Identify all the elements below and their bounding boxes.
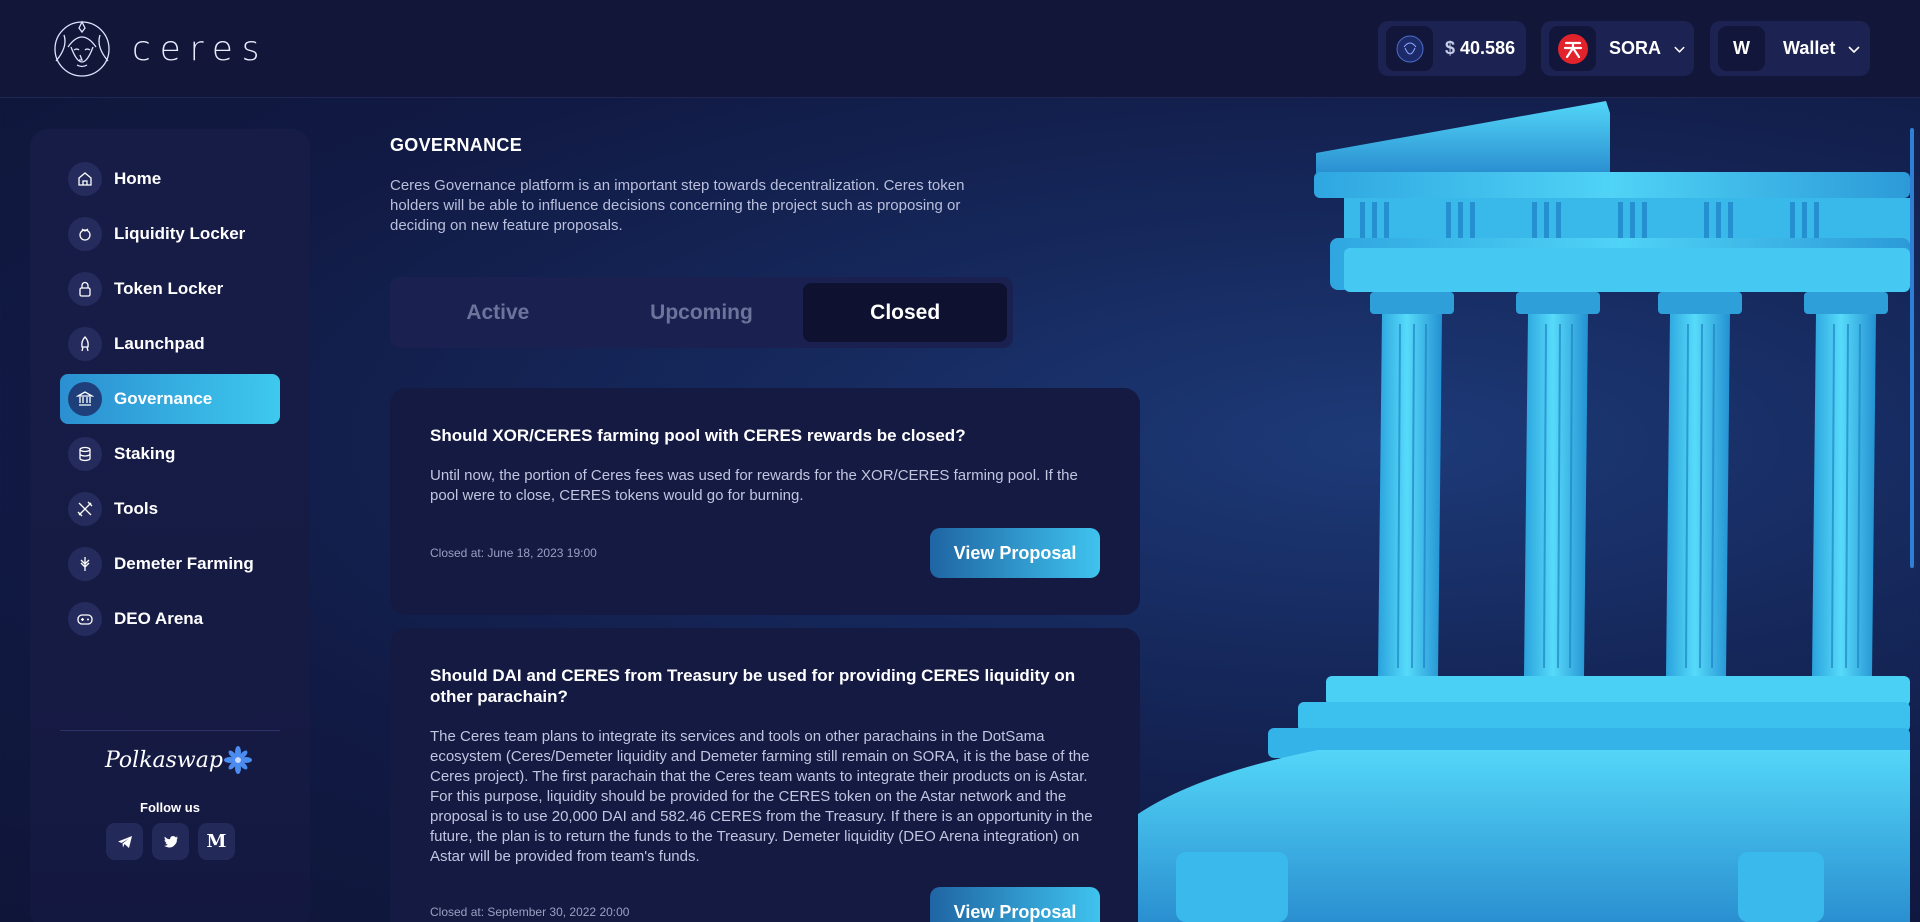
liquidity-icon (68, 217, 102, 251)
proposal-closed-date: Closed at: June 18, 2023 19:00 (430, 546, 597, 560)
page-title: GOVERNANCE (390, 135, 523, 155)
sidebar-item-staking[interactable]: Staking (60, 429, 280, 479)
social-links: M (106, 823, 235, 860)
sidebar-item-token-locker[interactable]: Token Locker (60, 264, 280, 314)
sidebar-item-label: Launchpad (114, 334, 205, 353)
proposal-description: Until now, the portion of Ceres fees was… (430, 467, 1078, 504)
proposal-closed-date: Closed at: September 30, 2022 20:00 (430, 905, 630, 919)
network-label: SORA (1609, 38, 1662, 58)
sidebar-item-liquidity-locker[interactable]: Liquidity Locker (60, 209, 280, 259)
tab-active[interactable]: Active (396, 283, 600, 342)
home-icon (68, 162, 102, 196)
page-scrollbar[interactable] (1910, 128, 1914, 568)
sidebar-item-label: Tools (114, 499, 159, 518)
polkaswap-logo[interactable]: Polkaswap (105, 745, 253, 775)
sidebar-item-label: DEO Arena (114, 609, 204, 628)
sidebar-item-deo-arena[interactable]: DEO Arena (60, 594, 280, 644)
sidebar-item-demeter-farming[interactable]: Demeter Farming (60, 539, 280, 589)
sidebar-item-label: Token Locker (114, 279, 224, 298)
sidebar-item-tools[interactable]: Tools (60, 484, 280, 534)
price-currency: $ (1445, 38, 1456, 58)
top-header: ceres $ 40.586 SORA W Wallet (0, 0, 1920, 98)
sidebar: Home Liquidity Locker Token Locker Launc… (30, 129, 310, 922)
sidebar-nav: Home Liquidity Locker Token Locker Launc… (60, 154, 280, 649)
proposal-card: Should XOR/CERES farming pool with CERES… (390, 388, 1140, 615)
proposal-tabs: Active Upcoming Closed (390, 277, 1013, 348)
sidebar-item-label: Demeter Farming (114, 554, 254, 573)
wallet-button[interactable]: W Wallet (1710, 21, 1870, 76)
proposal-card: Should DAI and CERES from Treasury be us… (390, 628, 1140, 922)
sora-icon (1549, 26, 1596, 71)
sidebar-divider (60, 730, 280, 731)
sidebar-item-label: Staking (114, 444, 176, 463)
ceres-token-icon (1386, 26, 1433, 71)
polkaswap-flower-icon (223, 746, 252, 774)
twitter-icon[interactable] (152, 823, 189, 860)
rocket-icon (68, 327, 102, 361)
telegram-icon[interactable] (106, 823, 143, 860)
sidebar-item-label: Liquidity Locker (114, 224, 246, 243)
network-selector[interactable]: SORA (1541, 21, 1694, 76)
sidebar-item-launchpad[interactable]: Launchpad (60, 319, 280, 369)
proposal-title: Should DAI and CERES from Treasury be us… (430, 666, 1076, 706)
ceres-price: $ 40.586 (1445, 38, 1515, 59)
tab-upcoming[interactable]: Upcoming (600, 283, 804, 342)
ceres-goddess-icon (54, 20, 110, 77)
price-value: 40.586 (1460, 38, 1516, 58)
chevron-down-icon (1848, 45, 1860, 53)
ceres-logo[interactable]: ceres (48, 17, 268, 81)
bank-icon (68, 382, 102, 416)
polkaswap-wordmark: Polkaswap (105, 747, 223, 773)
proposal-title: Should XOR/CERES farming pool with CERES… (430, 426, 966, 445)
chevron-down-icon (1674, 46, 1685, 53)
sidebar-item-governance[interactable]: Governance (60, 374, 280, 424)
database-icon (68, 437, 102, 471)
medium-icon[interactable]: M (198, 823, 235, 860)
gamepad-icon (68, 602, 102, 636)
wallet-avatar: W (1718, 26, 1765, 71)
wallet-letter: W (1733, 38, 1750, 58)
tools-icon (68, 492, 102, 526)
view-proposal-button[interactable]: View Proposal (930, 528, 1100, 578)
wheat-icon (68, 547, 102, 581)
temple-illustration (1138, 101, 1910, 922)
page-description: Ceres Governance platform is an importan… (390, 177, 965, 234)
sidebar-item-label: Home (114, 169, 162, 188)
wallet-label: Wallet (1783, 38, 1836, 58)
follow-us-label: Follow us (140, 800, 200, 815)
tab-closed[interactable]: Closed (803, 283, 1008, 342)
sidebar-item-home[interactable]: Home (60, 154, 280, 204)
proposal-description: The Ceres team plans to integrate its se… (430, 728, 1093, 865)
lock-icon (68, 272, 102, 306)
ceres-price-display[interactable]: $ 40.586 (1378, 21, 1526, 76)
view-proposal-button[interactable]: View Proposal (930, 887, 1100, 922)
sidebar-item-label: Governance (114, 389, 213, 408)
logo-wordmark: ceres (132, 29, 269, 69)
